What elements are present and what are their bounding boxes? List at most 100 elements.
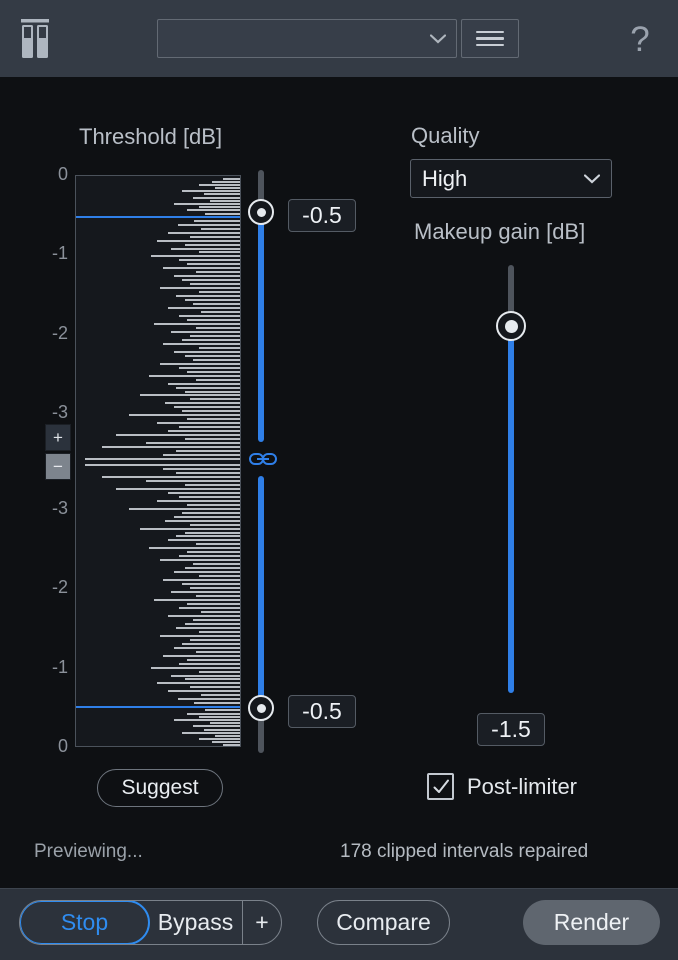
help-button[interactable]: ?	[622, 18, 658, 60]
histogram-bar	[181, 583, 240, 586]
histogram-bar	[184, 483, 240, 486]
zoom-out-button[interactable]: −	[45, 453, 71, 480]
histogram-bar	[184, 243, 240, 246]
histogram-bar	[162, 342, 240, 345]
histogram-bar	[198, 738, 240, 741]
histogram-bar	[179, 495, 240, 498]
quality-label: Quality	[411, 123, 480, 148]
threshold-histogram-graph[interactable]	[75, 175, 241, 747]
histogram-bar	[177, 698, 240, 701]
histogram-bar	[85, 463, 240, 466]
histogram-bar	[173, 515, 240, 518]
threshold-slider-top-thumb[interactable]	[248, 199, 274, 225]
histogram-bar	[173, 203, 240, 205]
histogram-bar	[195, 271, 240, 274]
histogram-bar	[187, 209, 240, 212]
histogram-bar	[192, 618, 240, 621]
makeup-gain-thumb[interactable]	[496, 311, 526, 341]
histogram-bar	[154, 599, 240, 602]
add-bypass-button[interactable]: +	[243, 901, 281, 944]
plugin-window: ? Threshold [dB] 0 -1 -2 -3 -3 -2 -1 0 + − -0.5…	[0, 0, 678, 960]
status-text-left: Previewing...	[34, 841, 143, 862]
histogram-bar	[159, 634, 240, 637]
histogram-bar	[192, 196, 240, 199]
render-button[interactable]: Render	[523, 900, 660, 945]
histogram-bar	[129, 507, 240, 510]
threshold-line-top	[76, 215, 240, 218]
hamburger-menu-icon	[476, 27, 504, 51]
histogram-bar	[162, 454, 240, 457]
histogram-bar	[195, 595, 240, 598]
makeup-gain-value[interactable]: -1.5	[477, 713, 545, 746]
histogram-bar	[179, 315, 240, 318]
histogram-bar	[190, 334, 240, 337]
histogram-bar	[184, 567, 240, 570]
histogram-bar	[181, 511, 240, 514]
threshold-top-value[interactable]: -0.5	[288, 199, 356, 232]
histogram-bar	[179, 555, 240, 558]
histogram-bar	[157, 239, 240, 242]
histogram-bar	[184, 531, 240, 534]
histogram-bar	[181, 410, 240, 413]
quality-value: High	[422, 165, 468, 191]
post-limiter-checkbox[interactable]: Post-limiter	[427, 773, 577, 800]
histogram-bar	[177, 223, 240, 226]
suggest-button[interactable]: Suggest	[97, 769, 223, 807]
histogram-bar	[187, 603, 240, 605]
thumb-dot	[504, 319, 518, 333]
histogram-bar	[173, 406, 240, 409]
histogram-bar	[184, 390, 240, 393]
histogram-bar	[223, 744, 240, 746]
histogram-bar	[101, 446, 240, 449]
histogram-bar	[212, 180, 240, 183]
histogram-bar	[151, 255, 240, 258]
histogram-bar	[179, 259, 240, 262]
histogram-bar	[176, 535, 240, 538]
preset-menu-button[interactable]	[461, 19, 519, 58]
axis-tick-label: 0	[57, 736, 68, 756]
axis-tick-label: -2	[51, 322, 68, 343]
stop-button[interactable]: Stop	[20, 901, 150, 944]
histogram-bar	[159, 287, 240, 290]
threshold-bottom-value[interactable]: -0.5	[288, 695, 356, 728]
histogram-bar	[173, 571, 240, 574]
histogram-bar	[181, 642, 240, 645]
threshold-slider-bottom-thumb[interactable]	[248, 695, 274, 721]
axis-tick-label: -3	[51, 402, 68, 423]
histogram-bar	[179, 366, 240, 369]
histogram-bar	[190, 638, 240, 641]
zoom-in-button[interactable]: +	[45, 424, 71, 451]
quality-dropdown[interactable]: High	[410, 159, 612, 198]
histogram-bar	[173, 718, 240, 721]
threshold-slider-bottom-fill	[258, 476, 264, 708]
histogram-bar	[179, 426, 240, 429]
histogram-bar	[187, 263, 240, 266]
histogram-bar	[168, 430, 240, 433]
histogram-bar	[157, 682, 240, 685]
compare-button[interactable]: Compare	[317, 900, 450, 945]
chain-link-icon[interactable]	[248, 449, 278, 469]
histogram-bar	[198, 183, 240, 186]
histogram-bar	[198, 346, 240, 349]
histogram-bar	[190, 283, 240, 286]
histogram-bars	[76, 176, 240, 746]
histogram-bar	[168, 539, 240, 542]
thumb-dot	[256, 703, 266, 713]
histogram-bar	[181, 731, 240, 734]
preset-selector[interactable]	[157, 19, 457, 58]
histogram-bar	[145, 442, 240, 445]
makeup-gain-label: Makeup gain [dB]	[414, 219, 586, 244]
histogram-bar	[201, 610, 240, 613]
histogram-bar	[195, 378, 240, 381]
bypass-button[interactable]: Bypass	[149, 901, 243, 944]
histogram-bar	[190, 235, 240, 238]
histogram-bar	[176, 450, 240, 453]
histogram-bar	[170, 674, 240, 677]
histogram-bar	[187, 658, 240, 661]
threshold-slider-top-fill	[258, 212, 264, 442]
histogram-bar	[173, 350, 240, 353]
histogram-bar	[148, 547, 240, 550]
histogram-bar	[179, 662, 240, 665]
histogram-bar	[195, 326, 240, 329]
histogram-bar	[115, 487, 240, 490]
